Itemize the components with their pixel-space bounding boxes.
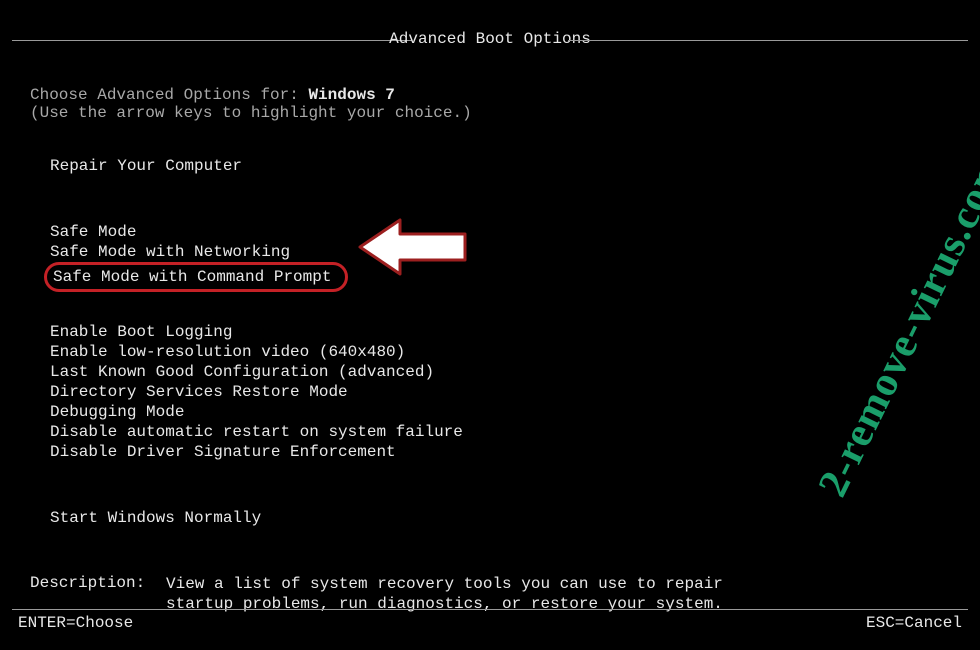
boot-options-screen: Advanced Boot Options Choose Advanced Op… bbox=[0, 0, 980, 650]
menu-item-nosigenforce[interactable]: Disable Driver Signature Enforcement bbox=[50, 442, 396, 462]
page-title: Advanced Boot Options bbox=[389, 30, 591, 48]
menu-item-bootlog[interactable]: Enable Boot Logging bbox=[50, 322, 232, 342]
description-text: View a list of system recovery tools you… bbox=[166, 574, 726, 614]
menu-item-lowres[interactable]: Enable low-resolution video (640x480) bbox=[50, 342, 405, 362]
hint-line: (Use the arrow keys to highlight your ch… bbox=[12, 104, 968, 122]
boot-menu: Repair Your Computer Safe Mode Safe Mode… bbox=[12, 156, 968, 528]
description-label: Description: bbox=[30, 574, 166, 614]
title-rule-left bbox=[12, 40, 412, 41]
prompt-line: Choose Advanced Options for: Windows 7 bbox=[12, 86, 968, 104]
menu-item-startnormal[interactable]: Start Windows Normally bbox=[50, 508, 261, 528]
menu-item-noautorestart[interactable]: Disable automatic restart on system fail… bbox=[50, 422, 463, 442]
menu-item-dsrestore[interactable]: Directory Services Restore Mode bbox=[50, 382, 348, 402]
menu-item-safemode-cmd[interactable]: Safe Mode with Command Prompt bbox=[44, 262, 348, 292]
menu-item-lkg[interactable]: Last Known Good Configuration (advanced) bbox=[50, 362, 434, 382]
footer-enter: ENTER=Choose bbox=[18, 614, 133, 632]
prompt-prefix: Choose Advanced Options for: bbox=[30, 86, 308, 104]
os-name: Windows 7 bbox=[308, 86, 394, 104]
title-row: Advanced Boot Options bbox=[12, 30, 968, 50]
title-rule-right bbox=[568, 40, 968, 41]
menu-item-safemode[interactable]: Safe Mode bbox=[50, 222, 136, 242]
menu-item-repair[interactable]: Repair Your Computer bbox=[50, 156, 242, 176]
footer: ENTER=Choose ESC=Cancel bbox=[18, 614, 962, 632]
menu-item-debug[interactable]: Debugging Mode bbox=[50, 402, 184, 422]
menu-item-safemode-net[interactable]: Safe Mode with Networking bbox=[50, 242, 290, 262]
description-block: Description: View a list of system recov… bbox=[12, 574, 968, 614]
footer-esc: ESC=Cancel bbox=[866, 614, 962, 632]
footer-rule bbox=[12, 609, 968, 610]
